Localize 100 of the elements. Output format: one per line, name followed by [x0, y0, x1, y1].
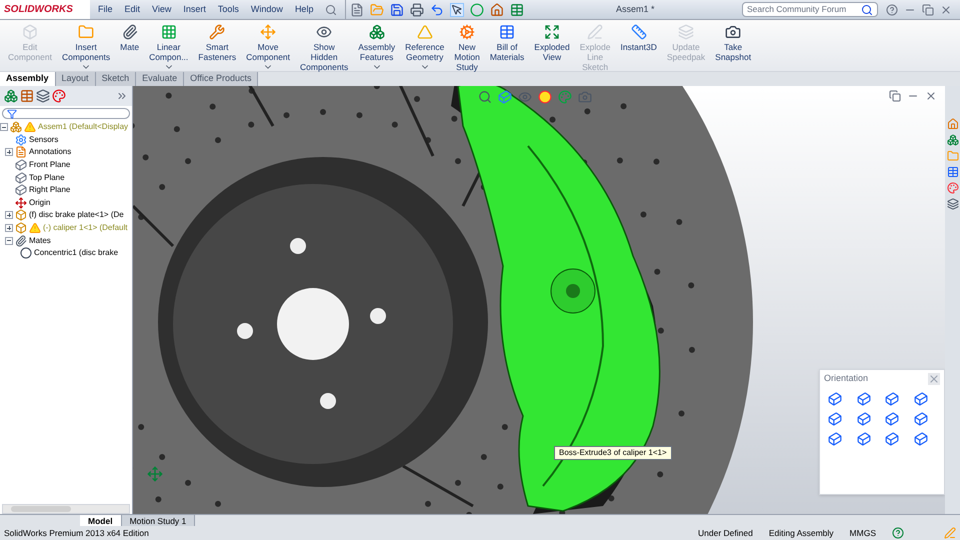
tree-item[interactable]: Right Plane [29, 184, 70, 196]
view-cube-icon[interactable] [885, 412, 899, 426]
view-cube-icon[interactable] [914, 432, 928, 446]
search-field[interactable]: Search Community Forum [742, 2, 878, 17]
ribbon-button[interactable]: Assembly Features [354, 20, 400, 72]
filter-field[interactable] [2, 108, 130, 119]
tree-item[interactable]: Sensors [29, 134, 58, 146]
tool-icon [725, 24, 742, 40]
tool-icon [587, 24, 604, 40]
tool-icon [630, 24, 647, 40]
ribbon-button[interactable]: New Motion Study [450, 20, 484, 72]
save-icon[interactable] [390, 2, 404, 16]
filter-icon [7, 108, 17, 118]
tree-item[interactable]: Assem1 (Default<Display [38, 121, 128, 134]
ribbon-button[interactable]: Exploded View [530, 20, 574, 62]
tool-icon [160, 24, 177, 40]
command-tab[interactable]: Sketch [96, 72, 136, 86]
tree-item[interactable]: Top Plane [29, 172, 65, 184]
appearances-icon[interactable] [946, 182, 958, 194]
view-cube-icon[interactable] [885, 392, 899, 406]
mates-icon [15, 234, 27, 247]
tool-icon [544, 24, 560, 40]
menu-item[interactable]: Help [294, 2, 314, 16]
concentric-icon [20, 247, 32, 260]
ribbon-button[interactable]: Smart Fasteners [194, 20, 240, 62]
view-cube-icon[interactable] [885, 432, 899, 446]
undo-icon[interactable] [430, 2, 444, 16]
expand-toggle[interactable] [5, 224, 13, 232]
ribbon-button[interactable]: Linear Compon... [145, 20, 192, 72]
menu-item[interactable]: Window [250, 2, 283, 16]
sensor-icon [15, 134, 27, 146]
status-text: Under Defined [698, 526, 753, 540]
tree-item[interactable]: Concentric1 (disc brake [34, 247, 118, 260]
view-cube-icon[interactable] [856, 432, 870, 446]
view-cube-icon[interactable] [856, 412, 870, 426]
tool-icon [209, 24, 226, 40]
ribbon-button[interactable]: Take Snapshot [711, 20, 756, 62]
tree-item[interactable]: Front Plane [29, 159, 70, 172]
ribbon-button[interactable]: Mate [116, 20, 144, 52]
menu-item[interactable]: View [152, 2, 172, 16]
menu-item[interactable]: Insert [183, 2, 206, 16]
tree-item[interactable]: Mates [29, 234, 51, 247]
expand-toggle[interactable] [5, 236, 13, 245]
menu-item[interactable]: Tools [218, 2, 239, 16]
axis-triad-icon [147, 466, 163, 482]
ribbon-button[interactable]: Reference Geometry [401, 20, 448, 72]
menu-item[interactable]: File [98, 2, 113, 16]
viewport-close-icon[interactable] [925, 90, 937, 102]
tree-item[interactable]: (f) disc brake plate<1> (De [29, 209, 124, 222]
view-orientation-icon[interactable] [498, 90, 512, 104]
view-cube-icon[interactable] [914, 412, 928, 426]
hide-show-icon[interactable] [518, 90, 532, 104]
ribbon-button[interactable]: Show Hidden Components [296, 20, 352, 72]
search-icon[interactable] [861, 4, 873, 16]
restore-icon[interactable] [922, 4, 934, 16]
tool-icon [368, 24, 385, 40]
zoom-icon[interactable] [478, 90, 492, 104]
ribbon-button[interactable]: Move Component [242, 20, 294, 72]
feature-tree-tab-icon[interactable] [4, 89, 18, 103]
select-icon[interactable] [450, 2, 464, 16]
command-tab[interactable]: Evaluate [136, 72, 184, 86]
expand-toggle[interactable] [0, 123, 8, 132]
search-input[interactable]: Search Community Forum [747, 3, 857, 16]
ribbon-button[interactable]: Instant3D [616, 20, 661, 52]
tree-item[interactable]: Origin [29, 196, 50, 209]
new-document-icon[interactable] [350, 2, 364, 16]
command-tab[interactable]: Layout [56, 72, 96, 86]
tree-item[interactable]: Annotations [29, 146, 72, 158]
tool-icon [78, 24, 94, 40]
view-cube-icon[interactable] [828, 412, 842, 426]
part-icon [15, 209, 27, 222]
tree-item[interactable]: (-) caliper 1<1> (Default [43, 222, 128, 234]
model-tab[interactable]: Model [80, 515, 122, 526]
help-icon[interactable] [886, 4, 898, 16]
command-tab[interactable]: Office Products [184, 72, 258, 86]
origin-icon [15, 196, 27, 209]
close-icon[interactable] [940, 4, 952, 16]
command-tab[interactable]: Assembly [0, 72, 56, 86]
tool-icon [122, 24, 138, 40]
view-cube-icon[interactable] [856, 392, 870, 406]
model-tab[interactable]: Motion Study 1 [122, 515, 196, 526]
tool-icon [499, 24, 516, 40]
annotation-icon [15, 146, 27, 158]
ribbon-button[interactable]: Bill of Materials [486, 20, 528, 62]
menu-item[interactable]: Edit [124, 2, 140, 16]
help-icon[interactable] [892, 527, 904, 539]
logo-text: SOLIDWORKS [4, 3, 73, 17]
units-text[interactable]: MMGS [850, 526, 876, 540]
graphics-viewport[interactable]: Boss-Extrude3 of caliper 1<1> Orientation [133, 86, 945, 514]
horizontal-scrollbar[interactable] [2, 504, 130, 514]
appearance-tab-icon[interactable] [52, 89, 66, 103]
print-icon[interactable] [410, 2, 424, 16]
expand-toggle[interactable] [5, 148, 13, 156]
expand-icon[interactable] [116, 90, 128, 102]
view-cube-icon[interactable] [914, 392, 928, 406]
tooltip: Boss-Extrude3 of caliper 1<1> [554, 446, 672, 460]
view-cube-icon[interactable] [828, 432, 842, 446]
ribbon-button[interactable]: Insert Components [58, 20, 114, 72]
expand-toggle[interactable] [5, 211, 13, 220]
view-cube-icon[interactable] [828, 392, 842, 406]
